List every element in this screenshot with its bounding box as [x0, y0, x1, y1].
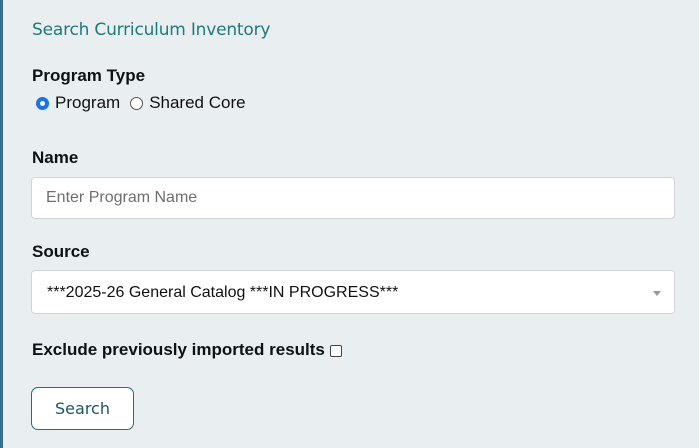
- source-label: Source: [32, 242, 90, 261]
- exclude-row: Exclude previously imported results: [32, 340, 342, 360]
- source-select[interactable]: ***2025-26 General Catalog ***IN PROGRES…: [31, 270, 675, 314]
- program-type-radio-group: Program Shared Core: [36, 93, 256, 113]
- name-label: Name: [32, 148, 79, 167]
- shared-core-radio-label[interactable]: Shared Core: [149, 93, 245, 113]
- search-button[interactable]: Search: [31, 387, 134, 430]
- program-radio[interactable]: [36, 96, 49, 110]
- search-panel: Search Curriculum Inventory Program Type…: [0, 0, 699, 448]
- exclude-imported-label[interactable]: Exclude previously imported results: [32, 340, 325, 360]
- program-type-label: Program Type: [32, 66, 146, 85]
- program-radio-label[interactable]: Program: [55, 93, 120, 113]
- panel-title: Search Curriculum Inventory: [32, 20, 271, 40]
- program-name-input[interactable]: [31, 177, 675, 219]
- shared-core-radio[interactable]: [130, 96, 144, 110]
- chevron-down-icon: [653, 291, 661, 296]
- panel-left-border: [0, 0, 3, 448]
- exclude-imported-checkbox[interactable]: [329, 345, 342, 357]
- source-selected-value: ***2025-26 General Catalog ***IN PROGRES…: [47, 284, 399, 301]
